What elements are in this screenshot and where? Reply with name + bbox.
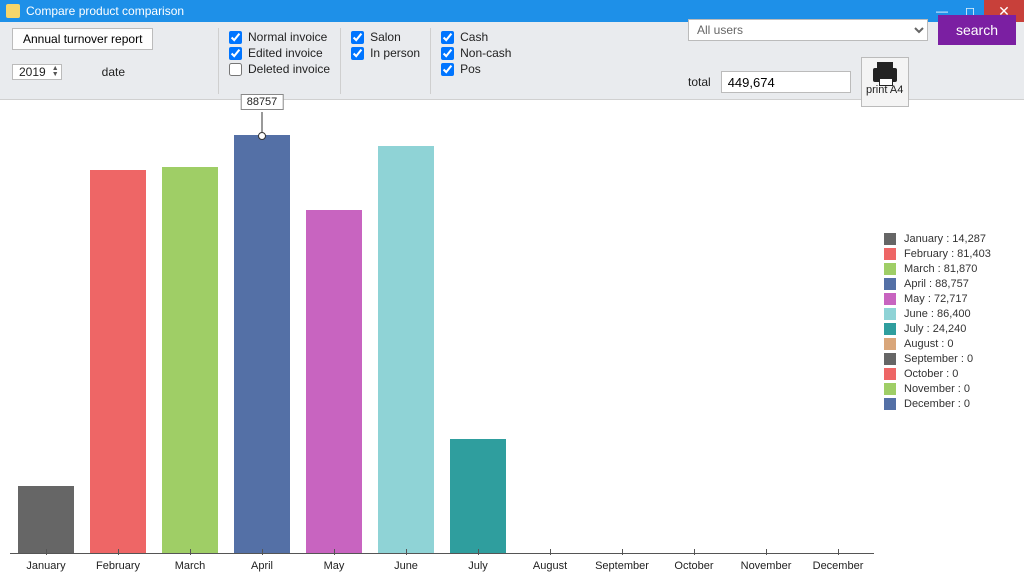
legend-label: December : 0 <box>904 398 970 410</box>
toolbar: Annual turnover report 2019 ▲▼ date Norm… <box>0 22 1024 100</box>
payment-filter-group: Cash Non-cash Pos <box>430 28 521 94</box>
search-button[interactable]: search <box>938 15 1016 45</box>
pos-checkbox[interactable]: Pos <box>441 62 511 76</box>
legend-label: January : 14,287 <box>904 233 986 245</box>
legend-item: March : 81,870 <box>884 263 1024 275</box>
bar-july[interactable] <box>450 439 506 553</box>
legend-label: October : 0 <box>904 368 958 380</box>
in-person-checkbox[interactable]: In person <box>351 46 420 60</box>
bar-may[interactable] <box>306 210 362 553</box>
legend-swatch-icon <box>884 308 896 320</box>
xlabel: August <box>533 560 567 572</box>
bar-april[interactable] <box>234 135 290 553</box>
xlabel: February <box>96 560 140 572</box>
total-field[interactable] <box>721 71 851 93</box>
bar-march[interactable] <box>162 167 218 553</box>
legend-item: October : 0 <box>884 368 1024 380</box>
legend-label: July : 24,240 <box>904 323 966 335</box>
xlabel: November <box>741 560 792 572</box>
app-icon <box>6 4 20 18</box>
xlabel: December <box>813 560 864 572</box>
xlabel: March <box>175 560 206 572</box>
legend-item: November : 0 <box>884 383 1024 395</box>
legend-item: September : 0 <box>884 353 1024 365</box>
legend-swatch-icon <box>884 353 896 365</box>
date-label: date <box>102 65 125 79</box>
xlabel: May <box>324 560 345 572</box>
noncash-checkbox[interactable]: Non-cash <box>441 46 511 60</box>
annual-turnover-button[interactable]: Annual turnover report <box>12 28 153 50</box>
legend-swatch-icon <box>884 338 896 350</box>
legend-item: June : 86,400 <box>884 308 1024 320</box>
normal-invoice-checkbox[interactable]: Normal invoice <box>229 30 330 44</box>
legend-swatch-icon <box>884 383 896 395</box>
invoice-filter-group: Normal invoice Edited invoice Deleted in… <box>218 28 340 94</box>
legend-label: February : 81,403 <box>904 248 991 260</box>
legend-label: March : 81,870 <box>904 263 977 275</box>
legend-label: June : 86,400 <box>904 308 971 320</box>
legend-swatch-icon <box>884 323 896 335</box>
legend-label: November : 0 <box>904 383 970 395</box>
xlabel: April <box>251 560 273 572</box>
chart-area: January February March April May June July Augu… <box>0 100 874 576</box>
legend-swatch-icon <box>884 233 896 245</box>
legend-label: April : 88,757 <box>904 278 969 290</box>
legend-item: August : 0 <box>884 338 1024 350</box>
xlabel: January <box>26 560 65 572</box>
cash-checkbox[interactable]: Cash <box>441 30 511 44</box>
x-axis <box>10 553 874 554</box>
printer-icon <box>873 68 897 82</box>
spinner-arrows-icon[interactable]: ▲▼ <box>52 66 59 78</box>
legend-swatch-icon <box>884 398 896 410</box>
legend-swatch-icon <box>884 278 896 290</box>
legend-item: December : 0 <box>884 398 1024 410</box>
bar-june[interactable] <box>378 146 434 553</box>
legend-swatch-icon <box>884 293 896 305</box>
legend-item: May : 72,717 <box>884 293 1024 305</box>
xlabel: October <box>674 560 713 572</box>
bar-january[interactable] <box>18 486 74 553</box>
tooltip-marker-icon <box>258 132 266 140</box>
xlabel: July <box>468 560 488 572</box>
edited-invoice-checkbox[interactable]: Edited invoice <box>229 46 330 60</box>
xlabel: June <box>394 560 418 572</box>
legend: January : 14,287 February : 81,403 March :… <box>874 100 1024 576</box>
legend-swatch-icon <box>884 263 896 275</box>
legend-item: February : 81,403 <box>884 248 1024 260</box>
total-label: total <box>688 75 711 89</box>
bar-february[interactable] <box>90 170 146 553</box>
salon-checkbox[interactable]: Salon <box>351 30 420 44</box>
legend-swatch-icon <box>884 248 896 260</box>
deleted-invoice-checkbox[interactable]: Deleted invoice <box>229 62 330 76</box>
legend-swatch-icon <box>884 368 896 380</box>
user-combobox[interactable]: All users <box>688 19 928 41</box>
bar-tooltip: 88757 <box>241 94 284 110</box>
legend-label: May : 72,717 <box>904 293 968 305</box>
legend-label: August : 0 <box>904 338 954 350</box>
legend-item: January : 14,287 <box>884 233 1024 245</box>
year-spinner[interactable]: 2019 ▲▼ <box>12 64 62 80</box>
legend-item: July : 24,240 <box>884 323 1024 335</box>
legend-item: April : 88,757 <box>884 278 1024 290</box>
legend-label: September : 0 <box>904 353 973 365</box>
xlabel: September <box>595 560 649 572</box>
year-value: 2019 <box>19 65 46 79</box>
channel-filter-group: Salon In person <box>340 28 430 94</box>
